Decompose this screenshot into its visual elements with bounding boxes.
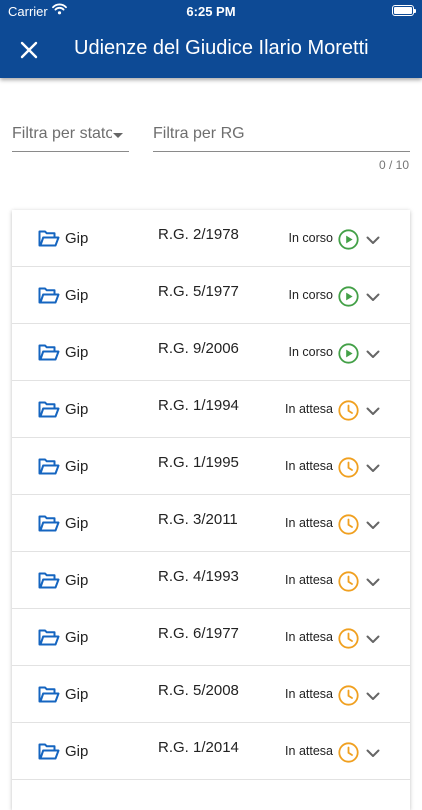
hearing-rg-number: R.G. 5/1977 [158, 283, 239, 300]
hearing-type: Gip [65, 344, 89, 361]
close-button[interactable] [14, 36, 44, 64]
hearing-rg-number: R.G. 1/1994 [158, 397, 239, 414]
clock-icon [338, 685, 359, 711]
clock-icon [338, 571, 359, 597]
hearing-status: In attesa [285, 402, 333, 416]
clock-icon [338, 457, 359, 483]
hearing-status: In attesa [285, 687, 333, 701]
hearing-type: Gip [65, 743, 89, 760]
expand-chevron-icon[interactable] [366, 403, 380, 421]
hearing-type: Gip [65, 230, 89, 247]
play-circle-icon [338, 286, 359, 312]
battery-icon [392, 5, 416, 16]
clock-icon [338, 628, 359, 654]
hearing-rg-number: R.G. 1/2014 [158, 739, 239, 756]
hearing-type: Gip [65, 515, 89, 532]
hearings-list: Gip R.G. 2/1978 In corso Gip R.G. 5/1977 In c… [12, 210, 410, 810]
folder-icon [38, 287, 60, 309]
play-circle-icon [338, 229, 359, 255]
folder-icon [38, 686, 60, 708]
hearing-row[interactable]: Gip R.G. 5/2008 In attesa [12, 666, 410, 723]
folder-icon [38, 401, 60, 423]
hearing-type: Gip [65, 287, 89, 304]
folder-icon [38, 743, 60, 765]
hearing-type: Gip [65, 686, 89, 703]
hearing-rg-number: R.G. 2/1978 [158, 226, 239, 243]
expand-chevron-icon[interactable] [366, 232, 380, 250]
hearing-rg-number: R.G. 5/2008 [158, 682, 239, 699]
folder-icon [38, 230, 60, 252]
app-bar: Carrier 6:25 PM Udienze del Giudice Ilar… [0, 0, 422, 78]
dropdown-caret-icon [113, 133, 123, 138]
hearing-row[interactable]: Gip R.G. 1/2014 In attesa [12, 723, 410, 780]
hearing-rg-number: R.G. 3/2011 [158, 511, 238, 528]
hearing-rg-number: R.G. 4/1993 [158, 568, 239, 585]
hearing-rg-number: R.G. 1/1995 [158, 454, 239, 471]
expand-chevron-icon[interactable] [366, 517, 380, 535]
expand-chevron-icon[interactable] [366, 574, 380, 592]
hearing-rg-number: R.G. 6/1977 [158, 625, 239, 642]
hearing-status: In attesa [285, 744, 333, 758]
folder-icon [38, 458, 60, 480]
play-circle-icon [338, 343, 359, 369]
folder-icon [38, 572, 60, 594]
expand-chevron-icon[interactable] [366, 688, 380, 706]
expand-chevron-icon[interactable] [366, 289, 380, 307]
expand-chevron-icon[interactable] [366, 745, 380, 763]
clock-icon [338, 400, 359, 426]
hearing-status: In attesa [285, 573, 333, 587]
hearing-status: In corso [288, 288, 333, 302]
state-filter-label: Filtra per stato [12, 125, 112, 142]
hearing-status: In attesa [285, 516, 333, 530]
hearing-type: Gip [65, 401, 89, 418]
hearing-row[interactable]: Gip R.G. 1/1995 In attesa [12, 438, 410, 495]
expand-chevron-icon[interactable] [366, 631, 380, 649]
hearing-row[interactable]: Gip R.G. 4/1993 In attesa [12, 552, 410, 609]
folder-icon [38, 629, 60, 651]
hearing-row[interactable]: Gip R.G. 6/1977 In attesa [12, 609, 410, 666]
clock-time: 6:25 PM [186, 4, 236, 19]
hearing-status: In attesa [285, 459, 333, 473]
hearing-type: Gip [65, 458, 89, 475]
rg-filter-field[interactable] [153, 118, 410, 152]
status-bar: Carrier 6:25 PM [0, 0, 422, 22]
hearing-status: In corso [288, 345, 333, 359]
clock-icon [338, 514, 359, 540]
character-counter: 0 / 10 [378, 158, 409, 172]
hearing-status: In corso [288, 231, 333, 245]
hearing-status: In attesa [285, 630, 333, 644]
hearing-type: Gip [65, 572, 89, 589]
close-icon [20, 41, 38, 59]
hearing-row[interactable]: Gip R.G. 3/2011 In attesa [12, 495, 410, 552]
hearing-row[interactable]: Gip R.G. 1/1994 In attesa [12, 381, 410, 438]
folder-icon [38, 515, 60, 537]
expand-chevron-icon[interactable] [366, 346, 380, 364]
page-title: Udienze del Giudice Ilario Moretti [74, 37, 369, 59]
hearing-type: Gip [65, 629, 89, 646]
expand-chevron-icon[interactable] [366, 460, 380, 478]
folder-icon [38, 344, 60, 366]
state-filter-select[interactable]: Filtra per stato [12, 118, 129, 152]
clock-icon [338, 742, 359, 768]
hearing-rg-number: R.G. 9/2006 [158, 340, 239, 357]
rg-filter-input[interactable] [153, 123, 403, 145]
hearing-row[interactable]: Gip R.G. 9/2006 In corso [12, 324, 410, 381]
hearing-row[interactable]: Gip R.G. 2/1978 In corso [12, 210, 410, 267]
hearing-row[interactable]: Gip R.G. 5/1977 In corso [12, 267, 410, 324]
